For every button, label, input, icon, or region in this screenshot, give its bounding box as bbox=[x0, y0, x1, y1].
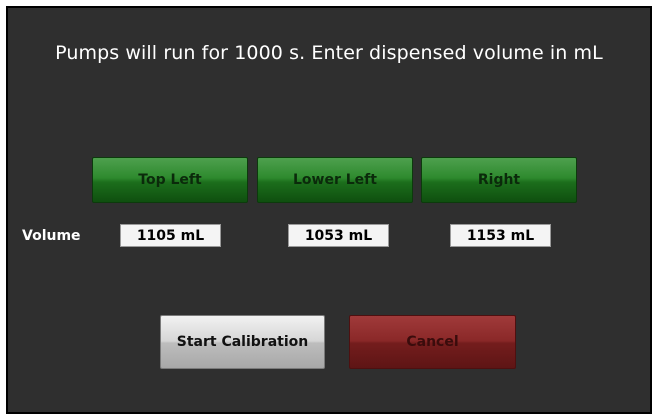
volume-field-right[interactable]: 1153 mL bbox=[450, 224, 551, 247]
volume-field-top-left[interactable]: 1105 mL bbox=[120, 224, 221, 247]
pump-button-lower-left[interactable]: Lower Left bbox=[257, 157, 413, 203]
pump-button-right[interactable]: Right bbox=[421, 157, 577, 203]
start-calibration-button[interactable]: Start Calibration bbox=[160, 315, 325, 369]
pump-button-top-left[interactable]: Top Left bbox=[92, 157, 248, 203]
dialog-title: Pumps will run for 1000 s. Enter dispens… bbox=[55, 42, 603, 64]
calibration-dialog: Pumps will run for 1000 s. Enter dispens… bbox=[6, 6, 652, 414]
cancel-button[interactable]: Cancel bbox=[349, 315, 516, 369]
volume-label: Volume bbox=[22, 228, 81, 244]
volume-field-lower-left[interactable]: 1053 mL bbox=[288, 224, 389, 247]
